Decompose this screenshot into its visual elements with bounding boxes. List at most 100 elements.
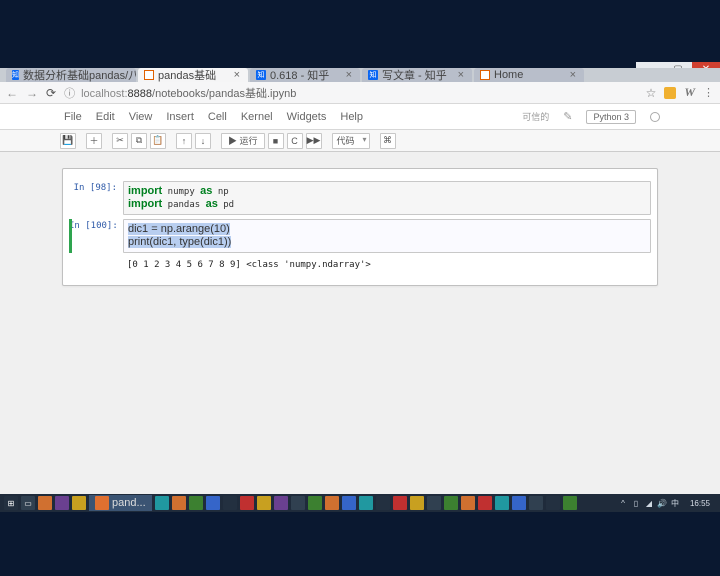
taskbar-app-icon[interactable] [563,496,577,510]
taskbar-app-icon[interactable] [393,496,407,510]
taskbar-app-icon[interactable] [512,496,526,510]
taskbar-app-icon[interactable] [257,496,271,510]
tray-wifi-icon[interactable]: ◢ [644,498,654,508]
copy-button[interactable]: ⧉ [131,133,147,149]
taskbar-app-icon[interactable] [55,496,69,510]
browser-menu-icon[interactable]: ⋮ [703,86,714,99]
code-cell[interactable]: In [100]:dic1 = np.arange(10)print(dic1,… [69,219,651,253]
nav-forward-icon[interactable]: → [26,86,38,100]
taskbar-app-icon[interactable] [206,496,220,510]
tab-close-icon[interactable]: × [568,69,578,81]
bookmark-star-icon[interactable]: ☆ [646,86,657,100]
menu-help[interactable]: Help [340,111,363,123]
zhihu-favicon: 知 [368,70,378,80]
restart-run-all-button[interactable]: ▶▶ [306,133,322,149]
taskbar-app-icon[interactable] [325,496,339,510]
move-down-button[interactable]: ↓ [195,133,211,149]
notebook-toolbar: 💾 ＋ ✂ ⧉ 📋 ↑ ↓ ▶ 运行 ■ C ▶▶ 代码 ⌘ [0,130,720,152]
save-button[interactable]: 💾 [60,133,76,149]
taskbar-app-icon[interactable] [342,496,356,510]
tray-volume-icon[interactable]: 🔊 [657,498,667,508]
taskbar-app-icon[interactable] [410,496,424,510]
taskbar-app-icon[interactable] [478,496,492,510]
cell-output: [0 1 2 3 4 5 6 7 8 9] <class 'numpy.ndar… [123,257,651,273]
taskbar-app-icon[interactable] [155,496,169,510]
trusted-label: 可信的 [522,110,549,123]
jupyter-favicon [144,70,154,80]
taskbar-clock[interactable]: 16:55 [684,499,716,508]
taskbar-app-icon[interactable] [359,496,373,510]
menu-insert[interactable]: Insert [166,111,194,123]
menu-file[interactable]: File [64,111,82,123]
cell-input[interactable]: import numpy as npimport pandas as pd [123,181,651,215]
browser-tabstrip: 知数据分析基础pandas/八大常用×pandas基础×知0.618 - 知乎×… [0,68,720,82]
tab-label: 写文章 - 知乎 [382,68,447,82]
taskbar-app-icon[interactable] [308,496,322,510]
celltype-select[interactable]: 代码 [332,133,370,149]
paste-button[interactable]: 📋 [150,133,166,149]
zhihu-favicon: 知 [256,70,266,80]
browser-tab[interactable]: Home × [474,68,584,82]
tray-up-icon[interactable]: ^ [618,498,628,508]
taskview-icon[interactable]: ▭ [21,496,35,510]
taskbar-app-icon[interactable] [461,496,475,510]
jupyter-notebook: FileEditViewInsertCellKernelWidgetsHelp … [0,104,720,502]
browser-tab[interactable]: 知数据分析基础pandas/八大常用× [6,68,136,82]
cell-prompt: In [100]: [69,219,123,253]
menu-cell[interactable]: Cell [208,111,227,123]
start-button[interactable]: ⊞ [4,496,18,510]
notebook-sheet: In [98]:import numpy as npimport pandas … [62,168,658,286]
kernel-name[interactable]: Python 3 [586,110,636,124]
cell-prompt: In [98]: [69,181,123,215]
cut-button[interactable]: ✂ [112,133,128,149]
output-prompt [69,257,123,273]
tab-close-icon[interactable]: × [344,69,354,81]
kernel-status-icon [650,112,660,122]
tray-battery-icon[interactable]: ▯ [631,498,641,508]
restart-button[interactable]: C [287,133,303,149]
tab-label: 数据分析基础pandas/八大常用 [23,68,136,82]
add-cell-button[interactable]: ＋ [86,133,102,149]
taskbar-app-icon[interactable] [189,496,203,510]
extension-icon[interactable] [664,87,676,99]
taskbar-app-icon[interactable] [223,496,237,510]
taskbar-app-icon[interactable] [274,496,288,510]
taskbar-app-icon[interactable] [72,496,86,510]
taskbar-app-icon[interactable] [240,496,254,510]
taskbar-app-icon[interactable] [38,496,52,510]
tab-close-icon[interactable]: × [232,69,242,81]
taskbar-app-icon[interactable] [376,496,390,510]
interrupt-button[interactable]: ■ [268,133,284,149]
menu-view[interactable]: View [129,111,153,123]
code-cell[interactable]: In [98]:import numpy as npimport pandas … [69,181,651,215]
taskbar-app-icon[interactable] [495,496,509,510]
taskbar-app-icon[interactable] [444,496,458,510]
nav-back-icon[interactable]: ← [6,86,18,100]
menu-edit[interactable]: Edit [96,111,115,123]
tab-close-icon[interactable]: × [456,69,466,81]
taskbar-app-icon[interactable] [291,496,305,510]
taskbar-app-icon[interactable] [546,496,560,510]
browser-tab[interactable]: 知0.618 - 知乎× [250,68,360,82]
run-button[interactable]: ▶ 运行 [221,133,265,149]
extension-icon-2[interactable]: W [684,85,695,100]
reload-icon[interactable]: ⟳ [46,86,56,100]
windows-taskbar: ⊞ ▭ pand... ^ ▯ ◢ 🔊 中 [0,494,720,512]
taskbar-active-app[interactable]: pand... [89,495,152,511]
move-up-button[interactable]: ↑ [176,133,192,149]
browser-tab[interactable]: 知写文章 - 知乎 × [362,68,472,82]
tab-label: Home [494,69,523,81]
command-palette-button[interactable]: ⌘ [380,133,396,149]
menu-kernel[interactable]: Kernel [241,111,273,123]
edit-metadata-icon[interactable]: ✎ [563,110,572,123]
address-bar: ← → ⟳ ⓘ localhost:8888/notebooks/pandas基… [0,82,720,104]
notebook-menubar: FileEditViewInsertCellKernelWidgetsHelp … [0,104,720,130]
browser-tab[interactable]: pandas基础× [138,68,248,82]
taskbar-app-icon[interactable] [427,496,441,510]
tray-ime-icon[interactable]: 中 [670,498,680,508]
taskbar-app-icon[interactable] [529,496,543,510]
omnibox[interactable]: ⓘ localhost:8888/notebooks/pandas基础.ipyn… [64,85,638,101]
cell-input[interactable]: dic1 = np.arange(10)print(dic1, type(dic… [123,219,651,253]
menu-widgets[interactable]: Widgets [287,111,327,123]
taskbar-app-icon[interactable] [172,496,186,510]
